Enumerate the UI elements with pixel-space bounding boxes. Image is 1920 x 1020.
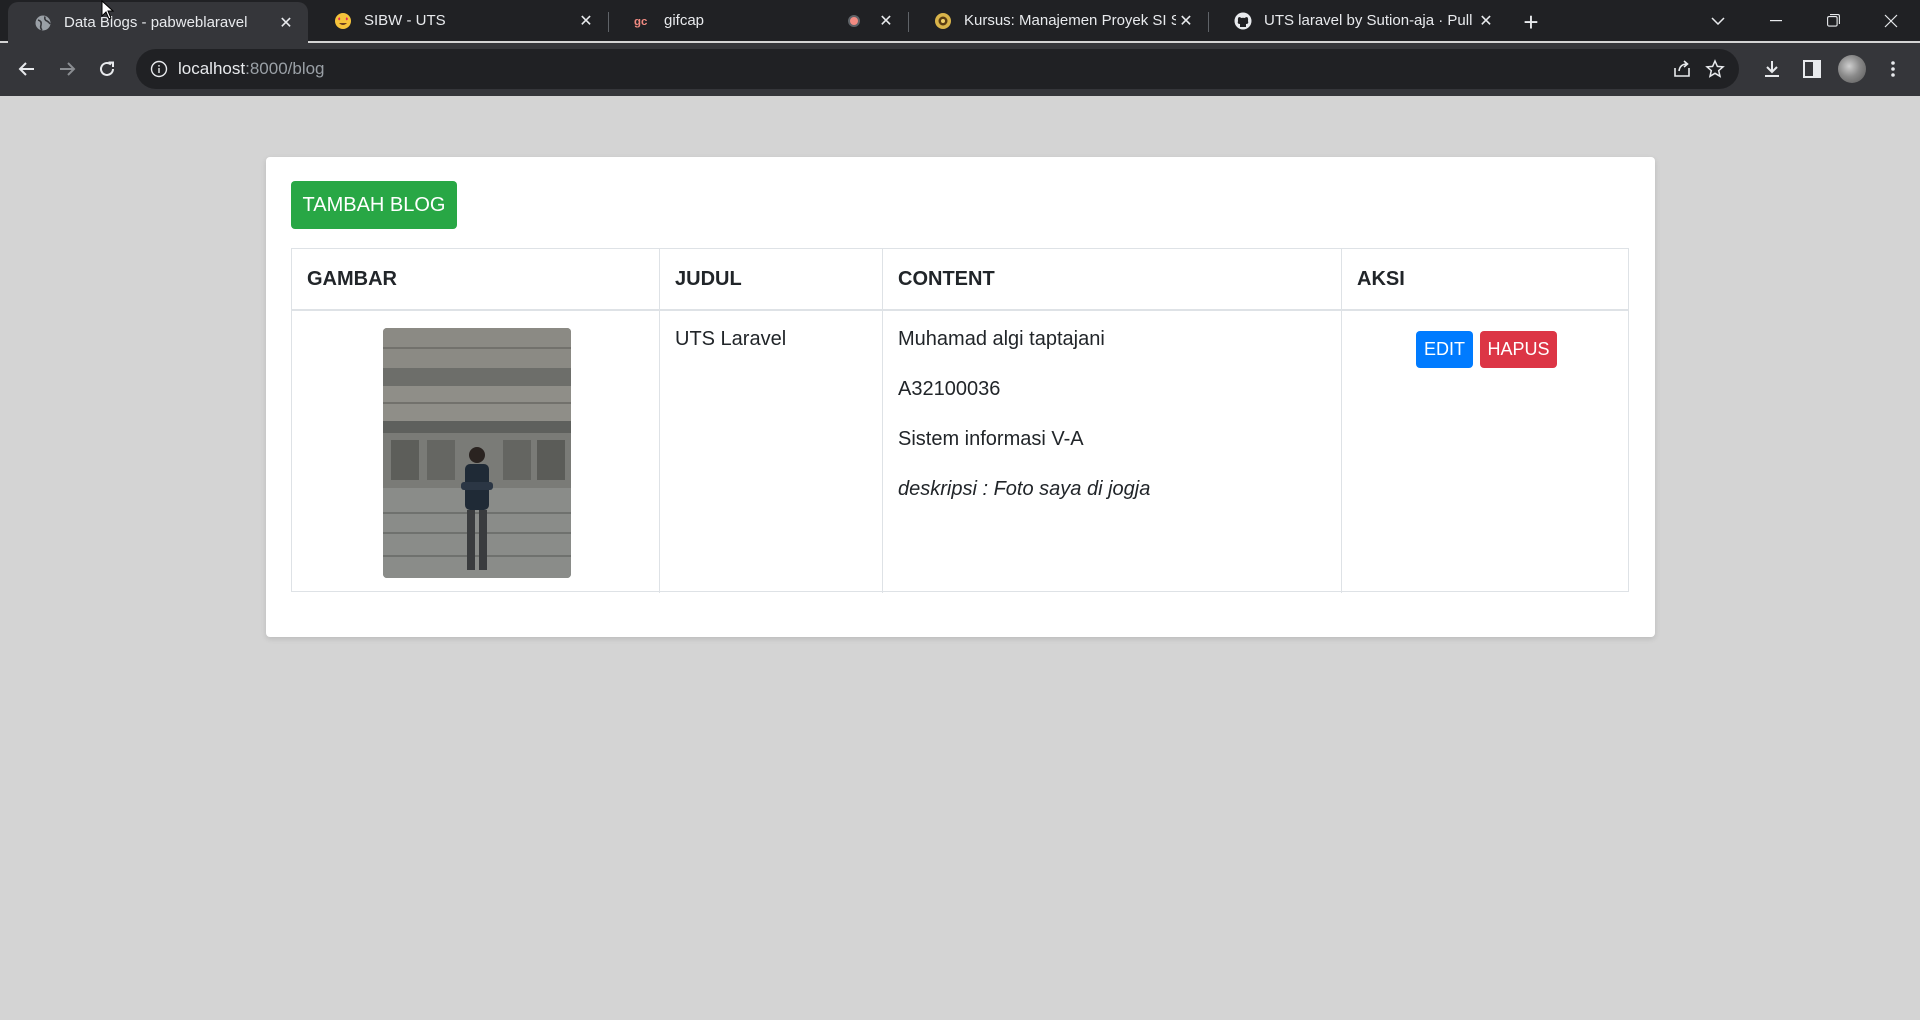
content-line: Muhamad algi taptajani [898,328,1105,350]
tab-sibw-uts[interactable]: SIBW - UTS ✕ [308,0,608,41]
profile-avatar[interactable] [1838,55,1866,83]
share-icon[interactable] [1670,57,1694,81]
header-content: CONTENT [898,268,995,290]
tab-strip: Data Blogs - pabweblaravel ✕ SIBW - UTS … [0,0,1920,43]
side-panel-icon[interactable] [1799,56,1825,82]
address-bar[interactable]: localhost:8000/blog [136,49,1739,89]
add-blog-button[interactable]: TAMBAH BLOG [291,181,457,229]
blog-title: UTS Laravel [675,328,787,350]
tab-kursus[interactable]: Kursus: Manajemen Proyek SI SI ✕ [908,0,1208,41]
tab-title: Kursus: Manajemen Proyek SI SI [964,12,1176,29]
browser-toolbar: localhost:8000/blog [0,43,1920,96]
forward-arrow-icon[interactable] [51,53,83,85]
table-header-row: GAMBAR JUDUL CONTENT AKSI [292,249,1628,311]
blog-photo [383,328,571,578]
tab-search-chevron-icon[interactable] [1690,0,1746,41]
github-icon [1234,12,1252,30]
recording-indicator-icon [848,14,860,27]
content-description: deskripsi : Foto saya di jogja [898,478,1151,500]
close-tab-icon[interactable]: ✕ [1476,11,1496,31]
tab-gifcap[interactable]: gc gifcap ✕ [608,0,908,41]
tab-data-blogs[interactable]: Data Blogs - pabweblaravel ✕ [8,2,308,43]
star-struck-emoji-icon [334,12,352,30]
gifcap-logo-icon: gc [634,12,652,30]
globe-icon [34,14,52,32]
restore-icon[interactable] [1805,0,1861,41]
download-icon[interactable] [1759,56,1785,82]
new-tab-button[interactable]: + [1517,7,1545,37]
university-logo-icon [934,12,952,30]
close-tab-icon[interactable]: ✕ [1176,11,1196,31]
content-line: A32100036 [898,378,1001,400]
url-text: localhost:8000/blog [178,59,325,79]
delete-button[interactable]: HAPUS [1480,331,1557,368]
url-path: :8000/blog [245,59,325,78]
mouse-cursor-icon [101,0,115,20]
edit-button[interactable]: EDIT [1416,331,1473,368]
close-tab-icon[interactable]: ✕ [876,11,896,31]
bookmark-star-icon[interactable] [1703,57,1727,81]
reload-icon[interactable] [91,53,123,85]
close-window-icon[interactable] [1863,0,1919,41]
tab-github-pr[interactable]: UTS laravel by Sution-aja · Pull R ✕ [1208,0,1508,41]
blog-table: GAMBAR JUDUL CONTENT AKSI UTS Laravel Mu… [291,248,1629,593]
close-tab-icon[interactable]: ✕ [276,13,296,33]
minimize-icon[interactable] [1748,0,1804,41]
back-arrow-icon[interactable] [11,53,43,85]
tab-title: UTS laravel by Sution-aja · Pull R [1264,12,1476,29]
tab-title: gifcap [664,12,705,29]
header-gambar: GAMBAR [307,268,397,290]
menu-kebab-icon[interactable] [1880,56,1906,82]
header-aksi: AKSI [1357,268,1405,290]
header-judul: JUDUL [675,268,742,290]
tab-title: Data Blogs - pabweblaravel [64,14,248,31]
content-line: Sistem informasi V-A [898,428,1084,450]
blog-card: TAMBAH BLOG GAMBAR JUDUL CONTENT AKSI UT… [266,157,1655,637]
site-info-icon[interactable] [150,60,168,78]
tab-title: SIBW - UTS [364,12,446,29]
svg-text:gc: gc [634,16,648,28]
url-host: localhost [178,59,246,78]
close-tab-icon[interactable]: ✕ [576,11,596,31]
